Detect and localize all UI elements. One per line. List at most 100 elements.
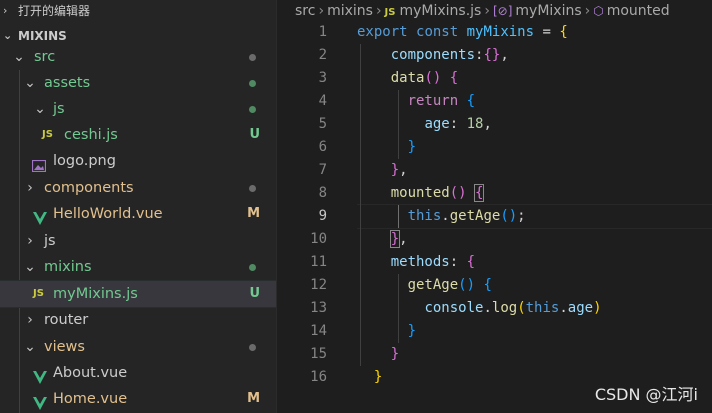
code-token: } (389, 230, 401, 248)
code-token: } (407, 323, 417, 339)
tree-item-assets-js[interactable]: ⌄ js (0, 96, 276, 122)
image-file-icon (31, 155, 47, 173)
code-line[interactable]: return { (357, 90, 475, 113)
symbol-method-icon: ⬡ (593, 4, 604, 18)
tree-item-helloworld-vue[interactable]: HelloWorld.vue M (0, 201, 276, 227)
tree-item-ceshi-js[interactable]: JS ceshi.js U (0, 122, 276, 148)
tree-item-views[interactable]: ⌄ views (0, 334, 276, 360)
tree-item-components[interactable]: › components (0, 175, 276, 201)
code-token: console (424, 300, 484, 316)
line-number: 2 (318, 47, 327, 63)
code-token: return (407, 93, 459, 109)
breadcrumb-item[interactable]: mounted (607, 3, 670, 19)
code-token: age (424, 116, 450, 132)
tree-item-mixins[interactable]: ⌄ mixins (0, 254, 276, 280)
tree-item-label: myMixins.js (53, 286, 138, 302)
code-line[interactable]: console.log(this.age) (357, 297, 602, 320)
tree-item-label: router (44, 312, 89, 328)
tree-item-label: mixins (44, 259, 92, 275)
explorer-sidebar: › 打开的编辑器 ⌄ MIXINS ⌄ src ⌄ assets ⌄ js JS… (0, 0, 277, 413)
chevron-down-icon: ⌄ (24, 339, 36, 355)
git-status-badge: U (249, 127, 260, 142)
tree-item-label: Home.vue (53, 391, 128, 407)
chevron-right-icon: › (318, 3, 325, 19)
chevron-right-icon: › (27, 233, 33, 249)
code-token: } (407, 139, 417, 155)
line-number: 15 (310, 346, 327, 362)
code-line[interactable]: mounted() { (357, 182, 485, 205)
tree-item-label: components (44, 180, 134, 196)
tree-item-label: src (34, 49, 56, 65)
chevron-right-icon: › (375, 3, 382, 19)
code-line[interactable]: }, (357, 159, 408, 182)
code-line[interactable]: }, (357, 228, 408, 251)
code-token: ( (517, 300, 526, 316)
code-token: } (390, 346, 400, 362)
tree-item-label: ceshi.js (64, 127, 118, 143)
breadcrumb-item[interactable]: src (295, 3, 315, 19)
line-number: 3 (318, 70, 327, 86)
breadcrumb-item[interactable]: myMixins (515, 3, 581, 19)
code-token: this (407, 208, 442, 224)
code-line[interactable]: data() { (357, 67, 458, 90)
tree-item-mymixins-js[interactable]: JS myMixins.js U (0, 280, 276, 308)
code-line[interactable]: } (357, 343, 399, 366)
tree-item-label: About.vue (53, 365, 128, 381)
tree-item-src[interactable]: ⌄ src (0, 44, 276, 70)
code-token: { (449, 70, 459, 86)
tree-item-js[interactable]: › js (0, 228, 276, 254)
code-line[interactable]: } (357, 320, 416, 343)
code-token: getAge (449, 208, 501, 224)
tree-item-about-vue[interactable]: About.vue (0, 360, 276, 386)
tree-item-label: logo.png (53, 153, 116, 169)
chevron-right-icon: › (484, 3, 490, 19)
open-editors-header[interactable]: › 打开的编辑器 (0, 0, 276, 22)
line-number: 12 (310, 277, 327, 293)
line-number: 1 (318, 24, 327, 40)
code-token: data (390, 70, 425, 86)
status-dot (249, 54, 256, 61)
code-line[interactable]: export const myMixins = { (357, 21, 568, 44)
code-token: () (424, 70, 442, 86)
line-number-active: 9 (318, 208, 327, 224)
breadcrumb: src › mixins › JS myMixins.js › [⊘] myMixins › ⬡ mo… (295, 0, 670, 22)
status-dot (249, 264, 256, 271)
vue-file-icon (33, 393, 47, 410)
js-file-icon: JS (384, 7, 396, 18)
tree-item-logo-png[interactable]: logo.png (0, 148, 276, 174)
code-token: {} (483, 47, 501, 63)
code-token: { (559, 24, 568, 40)
git-status-badge: M (247, 206, 260, 221)
breadcrumb-item[interactable]: myMixins.js (399, 3, 481, 19)
line-number: 7 (318, 162, 327, 178)
chevron-down-icon: ⌄ (34, 101, 46, 117)
code-line[interactable]: methods: { (357, 251, 475, 274)
breadcrumb-item[interactable]: mixins (327, 3, 373, 19)
code-token: { (473, 184, 485, 202)
tree-item-home-vue[interactable]: Home.vue M (0, 386, 276, 412)
symbol-variable-icon: [⊘] (492, 4, 513, 18)
code-token: log (491, 300, 518, 316)
code-line[interactable]: age: 18, (357, 113, 491, 136)
line-number: 8 (318, 185, 327, 201)
watermark: CSDN @江河i (594, 385, 698, 404)
line-number: 13 (310, 300, 327, 316)
code-token: } (390, 162, 400, 178)
chevron-right-icon: › (584, 3, 591, 19)
line-number: 11 (310, 254, 327, 270)
code-token: () (458, 277, 476, 293)
code-line[interactable]: } (357, 366, 382, 389)
code-line-active[interactable]: this.getAge(); (357, 205, 526, 228)
chevron-right-icon: › (3, 4, 8, 17)
code-line[interactable]: } (357, 136, 416, 159)
tree-item-router[interactable]: › router (0, 307, 276, 333)
status-dot (249, 185, 256, 192)
code-editor[interactable]: src › mixins › JS myMixins.js › [⊘] myMixins › ⬡ mo… (277, 0, 712, 413)
code-line[interactable]: getAge() { (357, 274, 492, 297)
tree-item-label: views (44, 339, 85, 355)
code-token: this (525, 300, 560, 316)
vue-file-icon (33, 367, 47, 384)
code-line[interactable]: components:{}, (357, 44, 509, 67)
code-token: ) (593, 300, 602, 316)
tree-item-assets[interactable]: ⌄ assets (0, 70, 276, 96)
